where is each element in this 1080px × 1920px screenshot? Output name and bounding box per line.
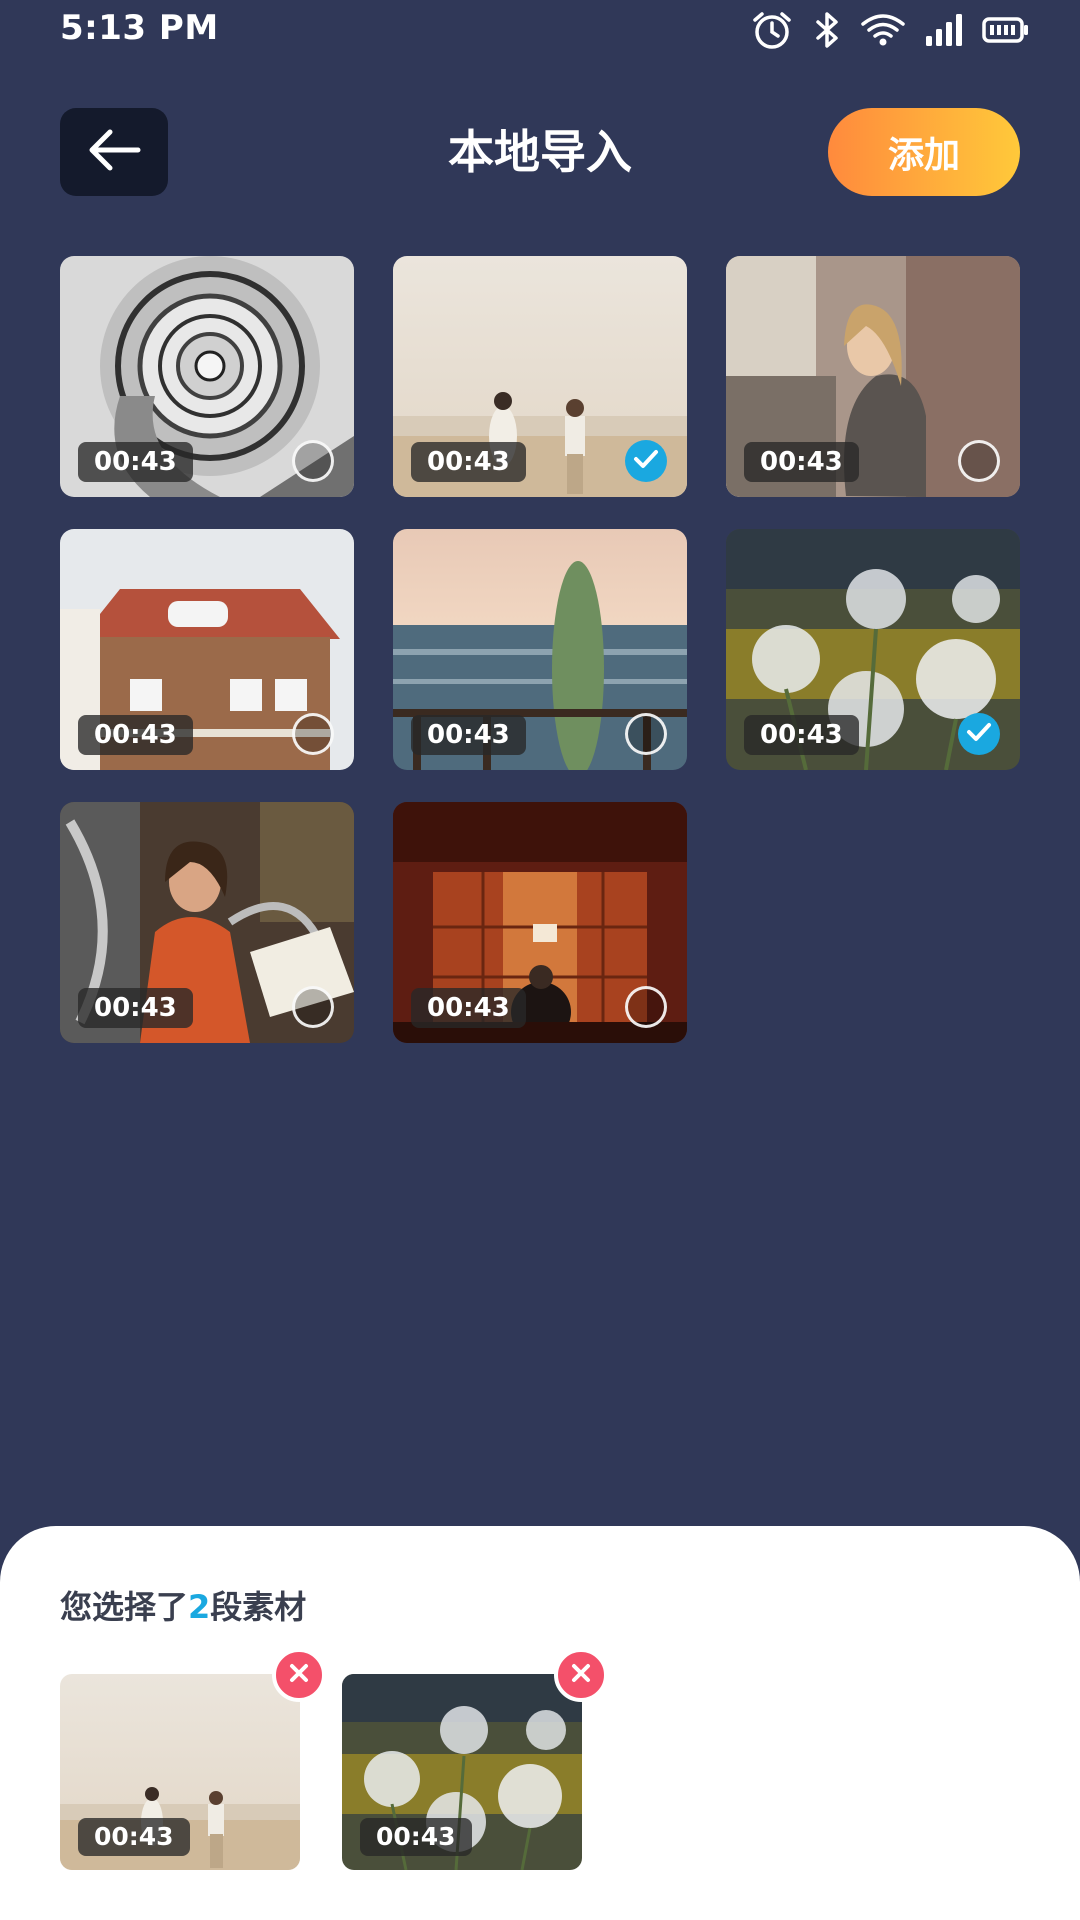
media-tile[interactable]: 00:43 (60, 802, 354, 1043)
wifi-icon (860, 10, 906, 50)
checkmark-icon (966, 721, 992, 747)
close-icon (570, 1662, 592, 1688)
duration-badge: 00:43 (78, 715, 193, 755)
selection-summary: 您选择了2段素材 (60, 1582, 306, 1628)
duration-badge: 00:43 (78, 988, 193, 1028)
duration-badge: 00:43 (411, 442, 526, 482)
duration-badge: 00:43 (78, 442, 193, 482)
arrow-left-icon (86, 127, 142, 177)
duration-badge: 00:43 (744, 442, 859, 482)
back-button[interactable] (60, 108, 168, 196)
remove-button[interactable] (272, 1648, 326, 1702)
media-tile[interactable]: 00:43 (60, 529, 354, 770)
media-tile[interactable]: 00:43 (60, 256, 354, 497)
header: 本地导入 添加 (60, 108, 1020, 196)
duration-badge: 00:43 (411, 715, 526, 755)
status-time: 5:13 PM (60, 8, 219, 48)
select-checkbox-checked[interactable] (958, 713, 1000, 755)
media-tile[interactable]: 00:43 (726, 256, 1020, 497)
add-button[interactable]: 添加 (828, 108, 1020, 196)
status-icons (750, 10, 1030, 50)
selected-item[interactable]: 00:43 (342, 1648, 608, 1870)
battery-icon (982, 10, 1030, 50)
checkmark-icon (633, 448, 659, 474)
status-bar: 5:13 PM (0, 0, 1080, 60)
select-checkbox[interactable] (292, 713, 334, 755)
select-checkbox[interactable] (625, 713, 667, 755)
select-checkbox[interactable] (292, 986, 334, 1028)
media-tile[interactable]: 00:43 (393, 802, 687, 1043)
selection-count: 2 (188, 1588, 211, 1626)
media-tile[interactable]: 00:43 (726, 529, 1020, 770)
duration-badge: 00:43 (78, 1818, 190, 1856)
selection-prefix: 您选择了 (60, 1588, 189, 1626)
select-checkbox[interactable] (292, 440, 334, 482)
media-tile[interactable]: 00:43 (393, 529, 687, 770)
signal-icon (924, 10, 964, 50)
selected-item[interactable]: 00:43 (60, 1648, 326, 1870)
duration-badge: 00:43 (411, 988, 526, 1028)
select-checkbox-checked[interactable] (625, 440, 667, 482)
media-tile[interactable]: 00:43 (393, 256, 687, 497)
remove-button[interactable] (554, 1648, 608, 1702)
close-icon (288, 1662, 310, 1688)
select-checkbox[interactable] (958, 440, 1000, 482)
alarm-icon (750, 10, 794, 50)
selection-suffix: 段素材 (210, 1588, 307, 1626)
selection-sheet: 您选择了2段素材 00:43 00:43 (0, 1526, 1080, 1920)
bluetooth-icon (812, 10, 842, 50)
select-checkbox[interactable] (625, 986, 667, 1028)
duration-badge: 00:43 (360, 1818, 472, 1856)
duration-badge: 00:43 (744, 715, 859, 755)
